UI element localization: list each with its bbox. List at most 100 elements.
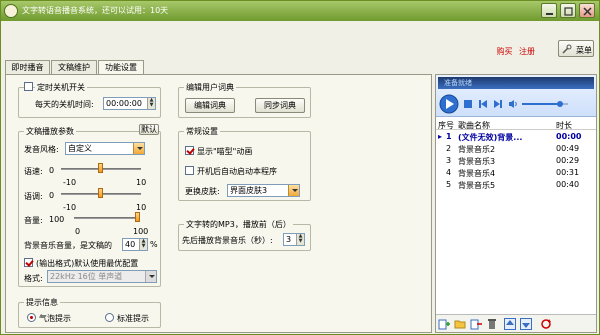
- row-duration: 00:29: [556, 156, 580, 165]
- shutdown-label: 定时关机开关: [35, 82, 87, 93]
- row-name: 背景音乐5: [458, 181, 496, 190]
- output-format-checkbox[interactable]: [24, 258, 33, 267]
- maximize-button[interactable]: [560, 3, 576, 18]
- edit-dict-button[interactable]: 编辑词典: [185, 98, 235, 113]
- format-select: 22kHz 16位 单声道: [47, 270, 157, 283]
- bubble-tip-label: 气泡提示: [39, 314, 71, 323]
- tips-group: 提示信息 气泡提示 标准提示: [18, 297, 161, 328]
- volume-track: [74, 217, 140, 219]
- pitch-min: -10: [63, 203, 77, 212]
- player-panel: 准备就绪 序号 歌曲名称 时长 ▸ 1 (文件无效)背景... 00:00 2 …: [435, 74, 597, 333]
- player-controls: 准备就绪: [436, 75, 596, 117]
- row-index: 4: [446, 168, 452, 177]
- col-name: 歌曲名称: [458, 121, 490, 130]
- mute-icon[interactable]: [508, 99, 518, 109]
- playlist-row[interactable]: 5 背景音乐5 00:40: [436, 180, 596, 191]
- dict-legend: 编辑用户词典: [184, 82, 236, 93]
- playlist-row[interactable]: 3 背景音乐3 00:29: [436, 156, 596, 167]
- default-button[interactable]: 默认: [139, 124, 159, 135]
- row-duration: 00:00: [556, 132, 582, 141]
- volume-current: 100: [49, 215, 65, 224]
- standard-tip-radio[interactable]: [105, 313, 114, 322]
- tips-legend: 提示信息: [24, 297, 60, 308]
- row-duration: 00:49: [556, 144, 580, 153]
- row-index: 5: [446, 180, 452, 189]
- register-link[interactable]: 注册: [519, 47, 535, 56]
- minimize-icon: [546, 13, 553, 15]
- tab-settings[interactable]: 功能设置: [98, 60, 144, 75]
- skin-label: 更换皮肤:: [185, 187, 220, 196]
- bg-volume-input[interactable]: 40 ▲ ▼: [122, 238, 148, 251]
- col-duration: 时长: [556, 121, 572, 130]
- chevron-down-icon: [145, 271, 156, 282]
- loop-icon[interactable]: [540, 318, 552, 330]
- bg-volume-spinner[interactable]: ▲ ▼: [139, 239, 147, 250]
- shutdown-group: 定时关机开关 每天的关机时间: 00:00:00 ▲ ▼: [18, 82, 161, 118]
- volume-max: 100: [133, 227, 149, 236]
- settings-panel: 定时关机开关 每天的关机时间: 00:00:00 ▲ ▼ 文稿播放参数 默认 发音…: [5, 74, 432, 333]
- minimize-button[interactable]: [541, 3, 557, 18]
- pitch-slider[interactable]: [61, 188, 141, 200]
- style-value: 自定义: [68, 144, 92, 153]
- window-title: 文字转语音播音系统，还可以试用：10天: [22, 6, 169, 15]
- move-up-icon[interactable]: [504, 318, 516, 330]
- move-down-icon[interactable]: [520, 318, 532, 330]
- shutdown-time-input[interactable]: 00:00:00 ▲ ▼: [103, 97, 156, 110]
- main-window: 文字转语音播音系统，还可以试用：10天 购买 注册 菜单 即时播音 文稿维护 功…: [0, 0, 600, 335]
- trash-icon[interactable]: [486, 318, 498, 330]
- play-icon[interactable]: [439, 94, 459, 114]
- add-folder-icon[interactable]: [454, 318, 466, 330]
- format-label: 格式:: [24, 274, 43, 283]
- mp3-group: 文字转的MP3，播放前（后） 先后播放背景音乐（秒）: 3 ▲ ▼: [178, 219, 311, 251]
- tools-icon: [562, 44, 572, 54]
- playlist-row[interactable]: 4 背景音乐4 00:31: [436, 168, 596, 179]
- pitch-thumb[interactable]: [98, 188, 103, 198]
- row-name: (文件无效)背景...: [458, 133, 523, 142]
- shutdown-checkbox[interactable]: [24, 82, 33, 91]
- row-duration: 00:40: [556, 180, 580, 189]
- top-links: 购买 注册: [492, 46, 535, 57]
- rate-thumb[interactable]: [98, 163, 103, 173]
- row-name: 背景音乐3: [458, 157, 496, 166]
- shutdown-time-value: 00:00:00: [106, 99, 142, 108]
- rate-zero: 0: [49, 166, 55, 175]
- close-button[interactable]: [579, 3, 595, 18]
- volume-bar[interactable]: [522, 101, 568, 107]
- mp3-legend: 文字转的MP3，播放前（后）: [184, 219, 293, 230]
- playlist-row[interactable]: ▸ 1 (文件无效)背景... 00:00: [436, 132, 596, 143]
- playlist-row[interactable]: 2 背景音乐2 00:49: [436, 144, 596, 155]
- bubble-tip-radio[interactable]: [27, 313, 36, 322]
- cat-animation-checkbox[interactable]: [185, 146, 194, 155]
- close-icon: [583, 7, 592, 16]
- mp3-delay-spinner[interactable]: ▲ ▼: [296, 234, 304, 245]
- tab-instant-broadcast[interactable]: 即时播音: [5, 60, 50, 74]
- menu-label: 菜单: [576, 46, 592, 55]
- shutdown-time-label: 每天的关机时间:: [35, 100, 94, 109]
- previous-icon[interactable]: [478, 99, 488, 109]
- col-index: 序号: [438, 121, 454, 130]
- style-select[interactable]: 自定义: [65, 142, 145, 155]
- chevron-down-icon: [133, 143, 144, 154]
- mp3-delay-value: 3: [286, 235, 292, 244]
- volume-thumb[interactable]: [135, 212, 140, 222]
- menu-button[interactable]: 菜单: [558, 40, 594, 57]
- next-icon[interactable]: [493, 99, 503, 109]
- sync-dict-button[interactable]: 同步词典: [255, 98, 305, 113]
- rate-max: 10: [136, 178, 147, 187]
- volume-slider[interactable]: [74, 212, 140, 224]
- volume-min: 0: [75, 227, 81, 236]
- add-file-icon[interactable]: [438, 318, 450, 330]
- mp3-delay-label: 先后播放背景音乐（秒）:: [182, 236, 273, 245]
- rate-slider[interactable]: [61, 163, 141, 175]
- style-label: 发音风格:: [24, 145, 59, 154]
- autostart-checkbox[interactable]: [185, 166, 194, 175]
- stop-icon[interactable]: [463, 99, 473, 109]
- remove-file-icon[interactable]: [470, 318, 482, 330]
- dict-group: 编辑用户词典 编辑词典 同步词典: [178, 82, 311, 118]
- tab-script-maintenance[interactable]: 文稿维护: [51, 60, 97, 74]
- general-legend: 常规设置: [184, 126, 220, 137]
- skin-select[interactable]: 界面皮肤3: [227, 184, 300, 197]
- mp3-delay-input[interactable]: 3 ▲ ▼: [283, 233, 305, 246]
- time-spinner[interactable]: ▲ ▼: [147, 98, 155, 109]
- buy-link[interactable]: 购买: [496, 47, 512, 56]
